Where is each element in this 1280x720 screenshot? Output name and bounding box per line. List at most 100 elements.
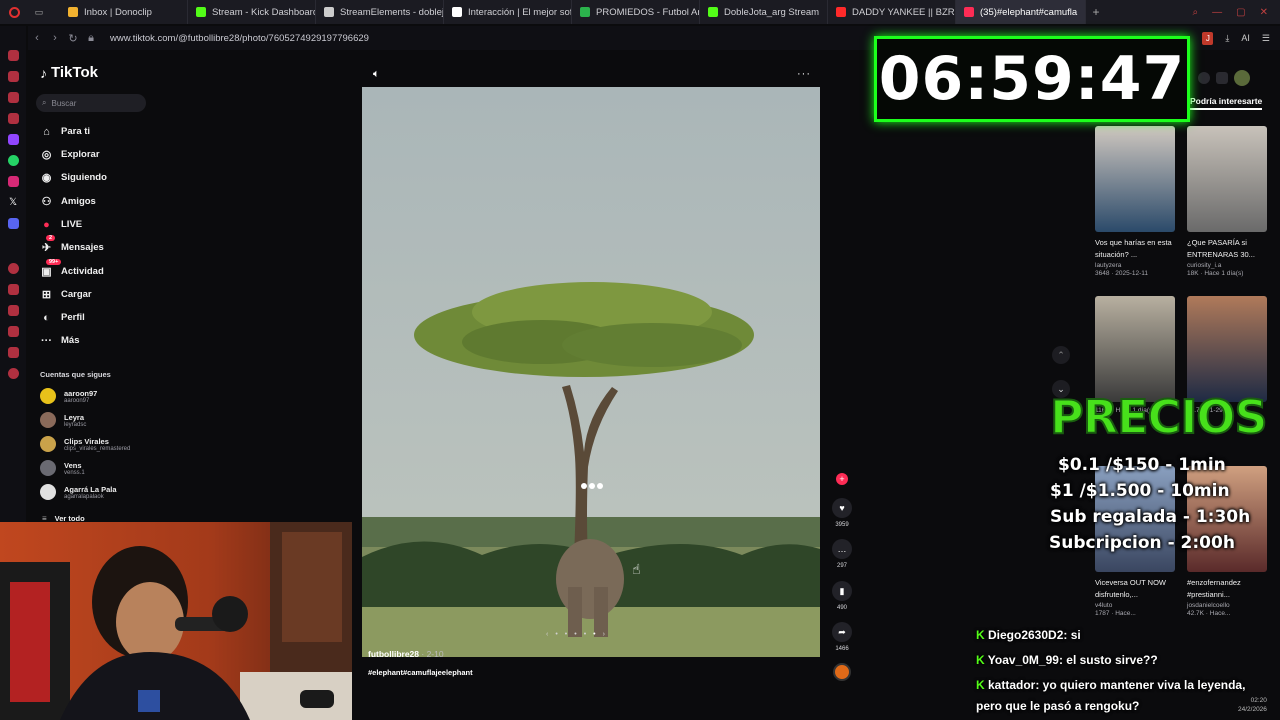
followed-account[interactable]: aaroon97 aaroon97 [40,388,97,404]
card-user[interactable]: lautyzera [1095,262,1177,269]
menu-icon[interactable]: ☰ [1262,33,1270,44]
volume-icon[interactable]: 🔈︎ [373,68,380,81]
profile-icon[interactable]: J [1202,31,1214,45]
sidebar-app-icon[interactable] [7,50,19,61]
sound-disc-icon[interactable] [833,663,851,681]
sidebar-item-compass[interactable]: ◎ Explorar [40,148,100,161]
share-button[interactable]: ➦ 1466 [832,622,852,652]
tab-recommended[interactable]: Podría interesarte [1190,96,1263,110]
more-options-icon[interactable]: ··· [797,68,811,80]
sidebar-item-profile[interactable]: ◐ Perfil [40,311,85,324]
minimize-icon[interactable]: — [1212,7,1222,18]
tab-label: Stream - Kick Dashboard [212,6,316,18]
close-icon[interactable]: ✕ [1260,7,1268,18]
browser-tab[interactable]: Interacción | El mejor softw [444,0,572,24]
followed-account[interactable]: Agarrá La Pala agarralapalaok [40,484,117,500]
search-icon[interactable]: ⌕ [1193,7,1199,18]
carousel-next-icon[interactable]: › [603,631,605,638]
sidebar-app-icon[interactable] [7,71,19,82]
scroll-up-icon[interactable]: ⌃ [1052,346,1070,364]
compass-icon[interactable] [1198,72,1210,84]
share-icon[interactable]: ➦ [832,622,852,642]
comment-icon[interactable]: … [832,539,852,559]
reload-icon[interactable]: ↻ [64,32,82,45]
twitch-icon[interactable] [7,134,19,145]
recommended-video-card[interactable]: ¿Que PASARÍA si ENTRENARAS 30... curiosit… [1187,126,1269,277]
device-icon[interactable] [1216,72,1228,84]
video-thumbnail[interactable] [1095,296,1175,402]
comment-button[interactable]: … 297 [832,539,852,569]
x-icon[interactable]: 𝕏 [9,197,17,208]
maximize-icon[interactable]: ▢ [1236,7,1245,18]
settings-icon[interactable] [7,368,19,379]
forward-icon[interactable]: › [46,32,64,44]
ai-button[interactable]: AI [1241,33,1250,43]
following-icon: ◉ [41,172,52,184]
sidebar-app-icon[interactable] [7,263,19,274]
browser-tab[interactable]: StreamElements - doblejo [316,0,444,24]
sidebar-app-icon[interactable] [7,326,19,337]
post-hashtags[interactable]: #elephant#camuflajeelephant [368,668,473,677]
heart-icon[interactable]: ♥ [832,498,852,518]
instagram-icon[interactable] [7,176,19,187]
browser-tab[interactable]: DobleJota_arg Stream [700,0,828,24]
sidebar-app-icon[interactable] [7,92,19,103]
card-user[interactable]: v4luto [1095,602,1177,609]
tab-label: (35)#elephant#camufla [980,6,1078,18]
follow-plus-icon[interactable]: + [836,473,848,485]
browser-tab[interactable]: Inbox | Donoclip [60,0,188,24]
follow-button[interactable]: + [832,473,852,485]
sidebar-item-following[interactable]: ◉ Siguiendo [40,171,107,184]
followed-account[interactable]: Leyra leyradsc [40,412,86,428]
save-button[interactable]: ▮ 490 [832,581,852,611]
opera-menu-icon[interactable] [0,0,28,24]
tiktok-photo-post[interactable]: ‹ • • • • • › ☝︎ [362,87,820,657]
like-button[interactable]: ♥ 3959 [832,498,852,528]
add-tab-button[interactable]: + [1086,5,1106,19]
card-meta: 3648 · 2025-12-11 [1095,270,1149,277]
sidebar-item-activity[interactable]: ▣ Actividad 99+ [40,259,104,278]
sidebar-item-more[interactable]: ··· Más [40,334,79,347]
activity-icon: ▣ [41,266,52,278]
search-input[interactable]: ⌕ Buscar [36,94,146,112]
sidebar-app-icon[interactable] [7,113,19,124]
card-user[interactable]: curiosity_i.a [1187,262,1269,269]
browser-tab[interactable]: Stream - Kick Dashboard [188,0,316,24]
bookmark-icon[interactable]: ▮ [832,581,852,601]
tab-favicon-icon [324,7,334,17]
sidebar-app-icon[interactable] [7,305,19,316]
post-caption-user[interactable]: futbollibre28 · 2-10 [368,649,444,659]
avatar [40,436,56,452]
video-thumbnail[interactable] [1095,126,1175,232]
video-thumbnail[interactable] [1187,296,1267,402]
video-thumbnail[interactable] [1187,126,1267,232]
avatar[interactable] [1234,70,1250,86]
back-icon[interactable]: ‹ [28,32,46,44]
tab-label: StreamElements - doblejo [340,6,444,18]
browser-tab[interactable]: (35)#elephant#camufla [956,0,1086,24]
sidebar-item-friends[interactable]: ⚇ Amigos [40,195,96,208]
post-username[interactable]: futbollibre28 [368,649,419,659]
sidebar-app-icon[interactable] [7,284,19,295]
followed-account[interactable]: Vens venss.1 [40,460,85,476]
download-icon[interactable]: ⤓ [1225,33,1229,44]
tab-favicon-icon [580,7,590,17]
card-user[interactable]: josdanielcoello [1187,602,1269,609]
followed-account[interactable]: Clips Virales clips_virales_remastered [40,436,130,452]
url-field[interactable]: www.tiktok.com/@futbollibre28/photo/7605… [110,33,369,44]
whatsapp-icon[interactable] [7,155,19,166]
carousel-prev-icon[interactable]: ‹ [546,631,548,638]
sidebar-item-messages[interactable]: ✈ Mensajes 2 [40,235,104,254]
browser-tab[interactable]: DADDY YANKEE || BZRP M [828,0,956,24]
tab-overview-icon[interactable]: ▭ [28,0,50,24]
carousel-pagination[interactable]: ‹ • • • • • › [546,631,605,638]
browser-tab[interactable]: PROMIEDOS - Futbol Argen [572,0,700,24]
recommended-video-card[interactable]: Vos que harías en esta situación? ... lau… [1095,126,1177,277]
sidebar-item-live[interactable]: ● LIVE [40,218,82,231]
profile-icon: ◐ [43,311,50,324]
sidebar-item-home[interactable]: ⌂ Para ti [40,125,90,138]
sidebar-item-upload[interactable]: ⊞ Cargar [40,288,92,301]
sidebar-app-icon[interactable] [7,347,19,358]
tiktok-logo[interactable]: ♪ TikTok [40,64,98,81]
discord-icon[interactable] [7,218,19,229]
